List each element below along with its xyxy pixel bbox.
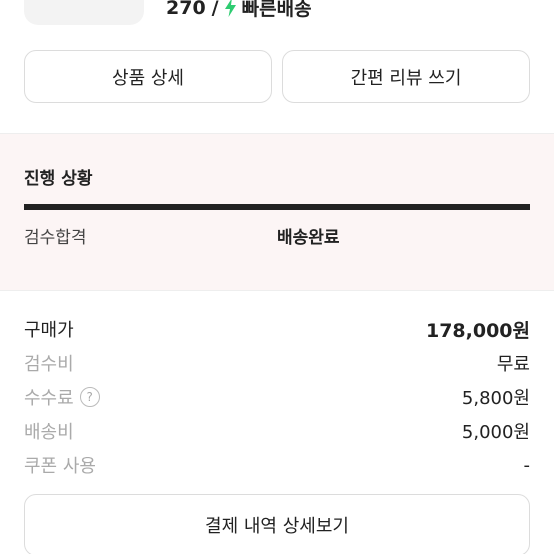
fee-row-inspection: 검수비 무료 — [24, 346, 530, 380]
commission-value: 5,800원 — [461, 388, 530, 409]
fast-shipping-label: 빠른배송 — [241, 0, 312, 20]
payment-summary: 구매가 178,000원 검수비 무료 수수료 ? 5,800원 배송비 5,0… — [24, 312, 530, 482]
commission-label: 수수료 — [24, 388, 74, 409]
write-review-button[interactable]: 간편 리뷰 쓰기 — [282, 50, 530, 103]
step-inspection-passed: 검수합격 — [24, 228, 87, 248]
purchase-price-value: 178,000원 — [425, 319, 530, 342]
coupon-label: 쿠폰 사용 — [24, 456, 96, 477]
action-buttons: 상품 상세 간편 리뷰 쓰기 — [24, 50, 530, 103]
product-size: 270 — [166, 0, 206, 19]
lightning-icon — [224, 0, 236, 17]
fee-row-purchase: 구매가 178,000원 — [24, 312, 530, 346]
shipping-fee-label: 배송비 — [24, 422, 74, 443]
shipping-fee-value: 5,000원 — [461, 422, 530, 443]
progress-bar-fill — [24, 204, 530, 210]
progress-title: 진행 상황 — [24, 169, 93, 189]
inspection-fee-value: 무료 — [496, 354, 530, 375]
product-thumbnail[interactable] — [24, 0, 144, 25]
purchase-price-label: 구매가 — [24, 320, 74, 341]
inspection-fee-label: 검수비 — [24, 354, 74, 375]
progress-section: 진행 상황 검수합격 배송완료 — [0, 133, 554, 291]
product-meta: 270 / 빠른배송 — [166, 0, 312, 21]
progress-bar — [24, 204, 530, 210]
product-detail-button[interactable]: 상품 상세 — [24, 50, 272, 103]
payment-detail-button[interactable]: 결제 내역 상세보기 — [24, 494, 530, 554]
step-delivered: 배송완료 — [277, 228, 340, 248]
help-icon[interactable]: ? — [79, 387, 100, 407]
fee-row-coupon: 쿠폰 사용 - — [24, 448, 530, 482]
fee-row-commission: 수수료 ? 5,800원 — [24, 380, 530, 414]
coupon-value: - — [523, 454, 531, 476]
fee-row-shipping: 배송비 5,000원 — [24, 414, 530, 448]
commission-label-group: 수수료 ? — [24, 384, 100, 410]
meta-separator: / — [211, 0, 219, 19]
